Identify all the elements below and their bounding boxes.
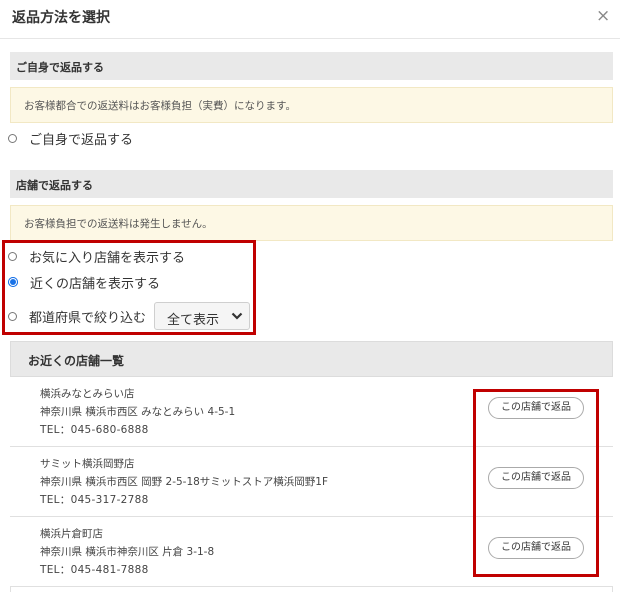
- store-tel: TEL：045-481-7888: [40, 564, 149, 576]
- store-tel: TEL：045-680-6888: [40, 424, 149, 436]
- store-return-section-title: 店舗で返品する: [16, 179, 93, 192]
- favorite-stores-radio[interactable]: [8, 251, 17, 261]
- self-return-option[interactable]: ご自身で返品する: [8, 128, 133, 148]
- favorite-stores-label: お気に入り店舗を表示する: [29, 250, 186, 266]
- store-row: 横浜片倉町店 神奈川県 横浜市神奈川区 片倉 3-1-8 TEL：045-481…: [10, 517, 613, 587]
- store-address: 神奈川県 横浜市神奈川区 片倉 3-1-8: [40, 546, 215, 558]
- store-list-heading: お近くの店舗一覧: [28, 354, 125, 368]
- nearby-stores-label: 近くの店舗を表示する: [30, 276, 161, 292]
- self-return-notice-text: お客様都合での返送料はお客様負担（実費）になります。: [24, 100, 296, 112]
- return-at-store-button[interactable]: この店舗で返品: [488, 467, 584, 489]
- dialog-header: 返品方法を選択 ×: [0, 0, 620, 39]
- prefecture-select-value: 全て表示: [167, 313, 220, 328]
- store-name: サミット横浜岡野店: [40, 458, 135, 470]
- close-icon[interactable]: ×: [596, 6, 610, 26]
- favorite-stores-option[interactable]: お気に入り店舗を表示する: [8, 246, 185, 266]
- self-return-radio[interactable]: [8, 133, 17, 143]
- store-return-section-header: 店舗で返品する: [10, 170, 613, 198]
- dialog-title: 返品方法を選択: [12, 10, 110, 26]
- store-tel: TEL：045-317-2788: [40, 494, 149, 506]
- store-address: 神奈川県 横浜市西区 みなとみらい 4-5-1: [40, 406, 236, 418]
- store-address: 神奈川県 横浜市西区 岡野 2-5-18サミットストア横浜岡野1F: [40, 476, 329, 488]
- return-at-store-button[interactable]: この店舗で返品: [488, 397, 584, 419]
- self-return-section-header: ご自身で返品する: [10, 52, 613, 80]
- self-return-notice: お客様都合での返送料はお客様負担（実費）になります。: [10, 87, 613, 123]
- prefecture-select[interactable]: 全て表示: [154, 302, 250, 330]
- store-return-notice-text: お客様負担での返送料は発生しません。: [24, 218, 213, 230]
- chevron-down-icon: [231, 312, 243, 320]
- store-row: 横浜みなとみらい店 神奈川県 横浜市西区 みなとみらい 4-5-1 TEL：04…: [10, 377, 613, 447]
- nearby-stores-option[interactable]: 近くの店舗を表示する: [8, 272, 160, 292]
- store-row: サミット横浜岡野店 神奈川県 横浜市西区 岡野 2-5-18サミットストア横浜岡…: [10, 447, 613, 517]
- self-return-option-label: ご自身で返品する: [29, 132, 134, 148]
- store-return-notice: お客様負担での返送料は発生しません。: [10, 205, 613, 241]
- nearby-stores-radio[interactable]: [8, 277, 18, 287]
- return-at-store-button[interactable]: この店舗で返品: [488, 537, 584, 559]
- prefecture-filter-option[interactable]: 都道府県で絞り込む: [8, 306, 146, 326]
- store-name: 横浜片倉町店: [40, 528, 103, 540]
- store-list-header: お近くの店舗一覧: [10, 341, 613, 377]
- store-name: 横浜みなとみらい店: [40, 388, 135, 400]
- prefecture-filter-radio[interactable]: [8, 311, 17, 321]
- prefecture-filter-label: 都道府県で絞り込む: [29, 310, 147, 326]
- self-return-section-title: ご自身で返品する: [16, 61, 104, 74]
